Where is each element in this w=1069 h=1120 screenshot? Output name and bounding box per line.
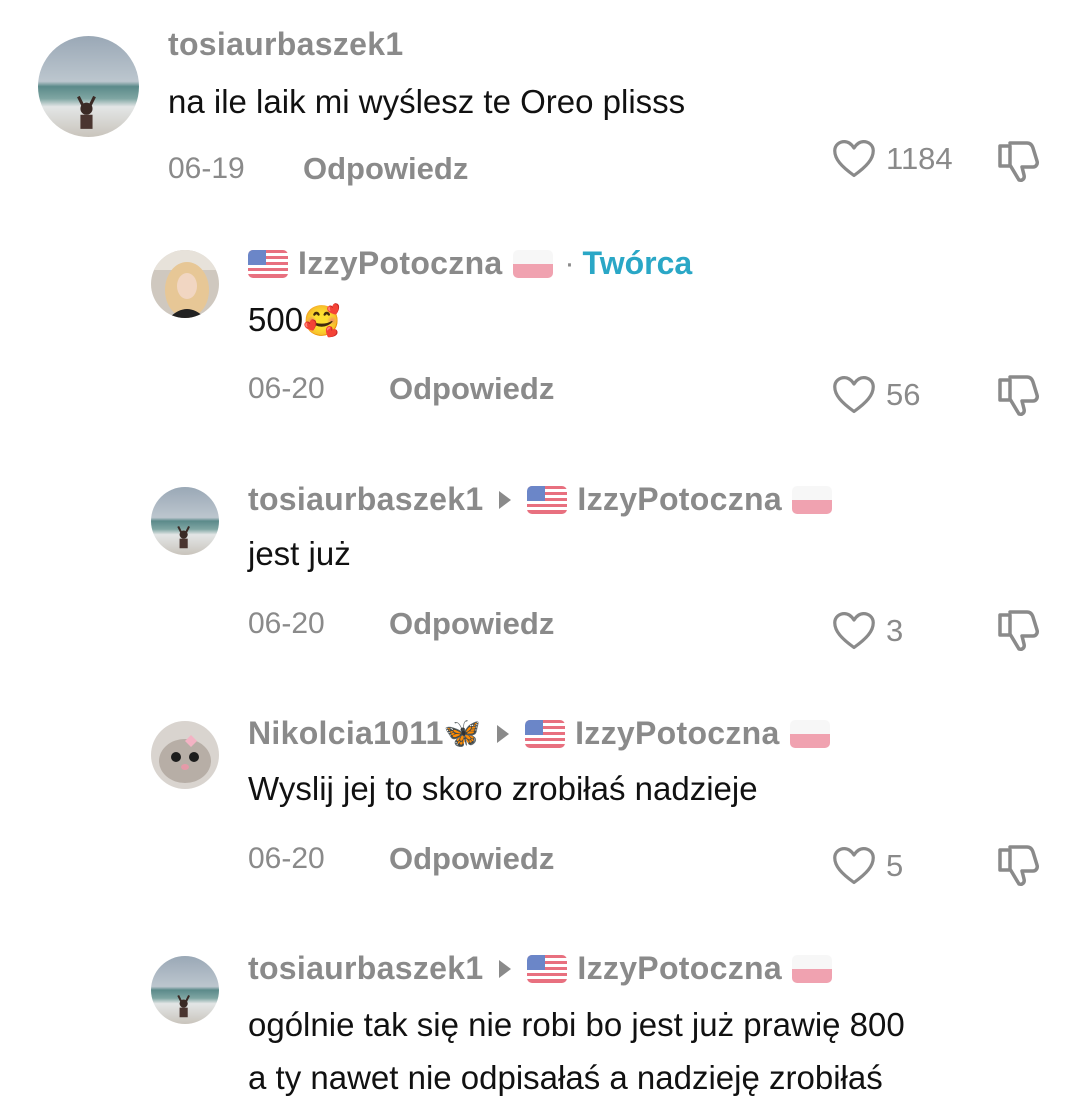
heart-icon (832, 610, 876, 652)
like-button[interactable]: 56 (832, 374, 920, 416)
thumbs-down-icon[interactable] (994, 372, 1042, 420)
comment-header: tosiaurbaszek1 (168, 26, 403, 63)
reply-button[interactable]: Odpowiedz (389, 841, 554, 877)
avatar[interactable] (151, 721, 219, 789)
username[interactable]: IzzyPotoczna (298, 245, 503, 282)
username[interactable]: tosiaurbaszek1 (248, 950, 483, 987)
comment-header: Nikolcia1011 🦋 IzzyPotoczna (248, 715, 840, 752)
avatar[interactable] (151, 487, 219, 555)
poland-flag-icon (792, 955, 832, 983)
like-count: 5 (886, 848, 904, 883)
reply-arrow-icon (497, 724, 510, 743)
poland-flag-icon (790, 720, 830, 748)
poland-flag-icon (792, 486, 832, 514)
username[interactable]: tosiaurbaszek1 (248, 481, 483, 518)
avatar-image (151, 721, 219, 789)
comment-date: 06-20 (248, 842, 325, 875)
thumbs-down-icon[interactable] (994, 607, 1042, 655)
comment-header: tosiaurbaszek1 IzzyPotoczna (248, 481, 842, 518)
reply-button[interactable]: Odpowiedz (303, 151, 468, 187)
comment-text: Wyslij jej to skoro zrobiłaś nadzieje (248, 770, 758, 807)
like-count: 3 (886, 613, 904, 648)
like-button[interactable]: 5 (832, 845, 903, 887)
like-count: 56 (886, 377, 921, 412)
separator-dot: · (564, 246, 575, 280)
us-flag-icon (527, 486, 567, 514)
comment-date: 06-20 (248, 607, 325, 640)
comment-date: 06-19 (168, 152, 245, 185)
smiling-hearts-emoji: 🥰 (303, 305, 341, 338)
avatar[interactable] (151, 956, 219, 1024)
us-flag-icon (525, 720, 565, 748)
reply-button[interactable]: Odpowiedz (389, 371, 554, 407)
reply-arrow-icon (499, 490, 512, 509)
avatar[interactable] (151, 250, 219, 318)
avatar-image (151, 956, 219, 1024)
avatar[interactable] (38, 36, 139, 137)
reply-to-username[interactable]: IzzyPotoczna (577, 481, 782, 518)
thumbs-down-icon[interactable] (994, 842, 1042, 890)
like-count: 1184 (886, 141, 953, 176)
heart-icon (832, 138, 876, 180)
comment-text-line-1: ogólnie tak się nie robi bo jest już pra… (248, 1006, 905, 1043)
avatar-image (151, 250, 219, 318)
comment-text: jest już (248, 535, 351, 572)
creator-badge: Twórca (582, 245, 693, 281)
username[interactable]: tosiaurbaszek1 (168, 26, 403, 63)
reply-button[interactable]: Odpowiedz (389, 606, 554, 642)
butterfly-emoji: 🦋 (443, 717, 482, 750)
like-button[interactable]: 3 (832, 610, 903, 652)
us-flag-icon (248, 250, 288, 278)
comment-header: IzzyPotoczna · Twórca (248, 245, 692, 282)
poland-flag-icon (513, 250, 553, 278)
us-flag-icon (527, 955, 567, 983)
comment-text-value: 500 (248, 301, 304, 338)
reply-arrow-icon (499, 959, 512, 978)
reply-to-username[interactable]: IzzyPotoczna (575, 715, 780, 752)
comment-text: na ile laik mi wyślesz te Oreo plisss (168, 83, 686, 120)
heart-icon (832, 374, 876, 416)
reply-to-username[interactable]: IzzyPotoczna (577, 950, 782, 987)
heart-icon (832, 845, 876, 887)
comment-text: 500🥰 (248, 298, 340, 344)
thumbs-down-icon[interactable] (994, 138, 1042, 186)
username[interactable]: Nikolcia1011 (248, 715, 444, 752)
comment-header: tosiaurbaszek1 IzzyPotoczna (248, 950, 842, 987)
comment-text-line-2: a ty nawet nie odpisałaś a nadzieję zrob… (248, 1059, 883, 1096)
like-button[interactable]: 1184 (832, 138, 953, 180)
comment-date: 06-20 (248, 372, 325, 405)
avatar-image (38, 36, 139, 137)
avatar-image (151, 487, 219, 555)
